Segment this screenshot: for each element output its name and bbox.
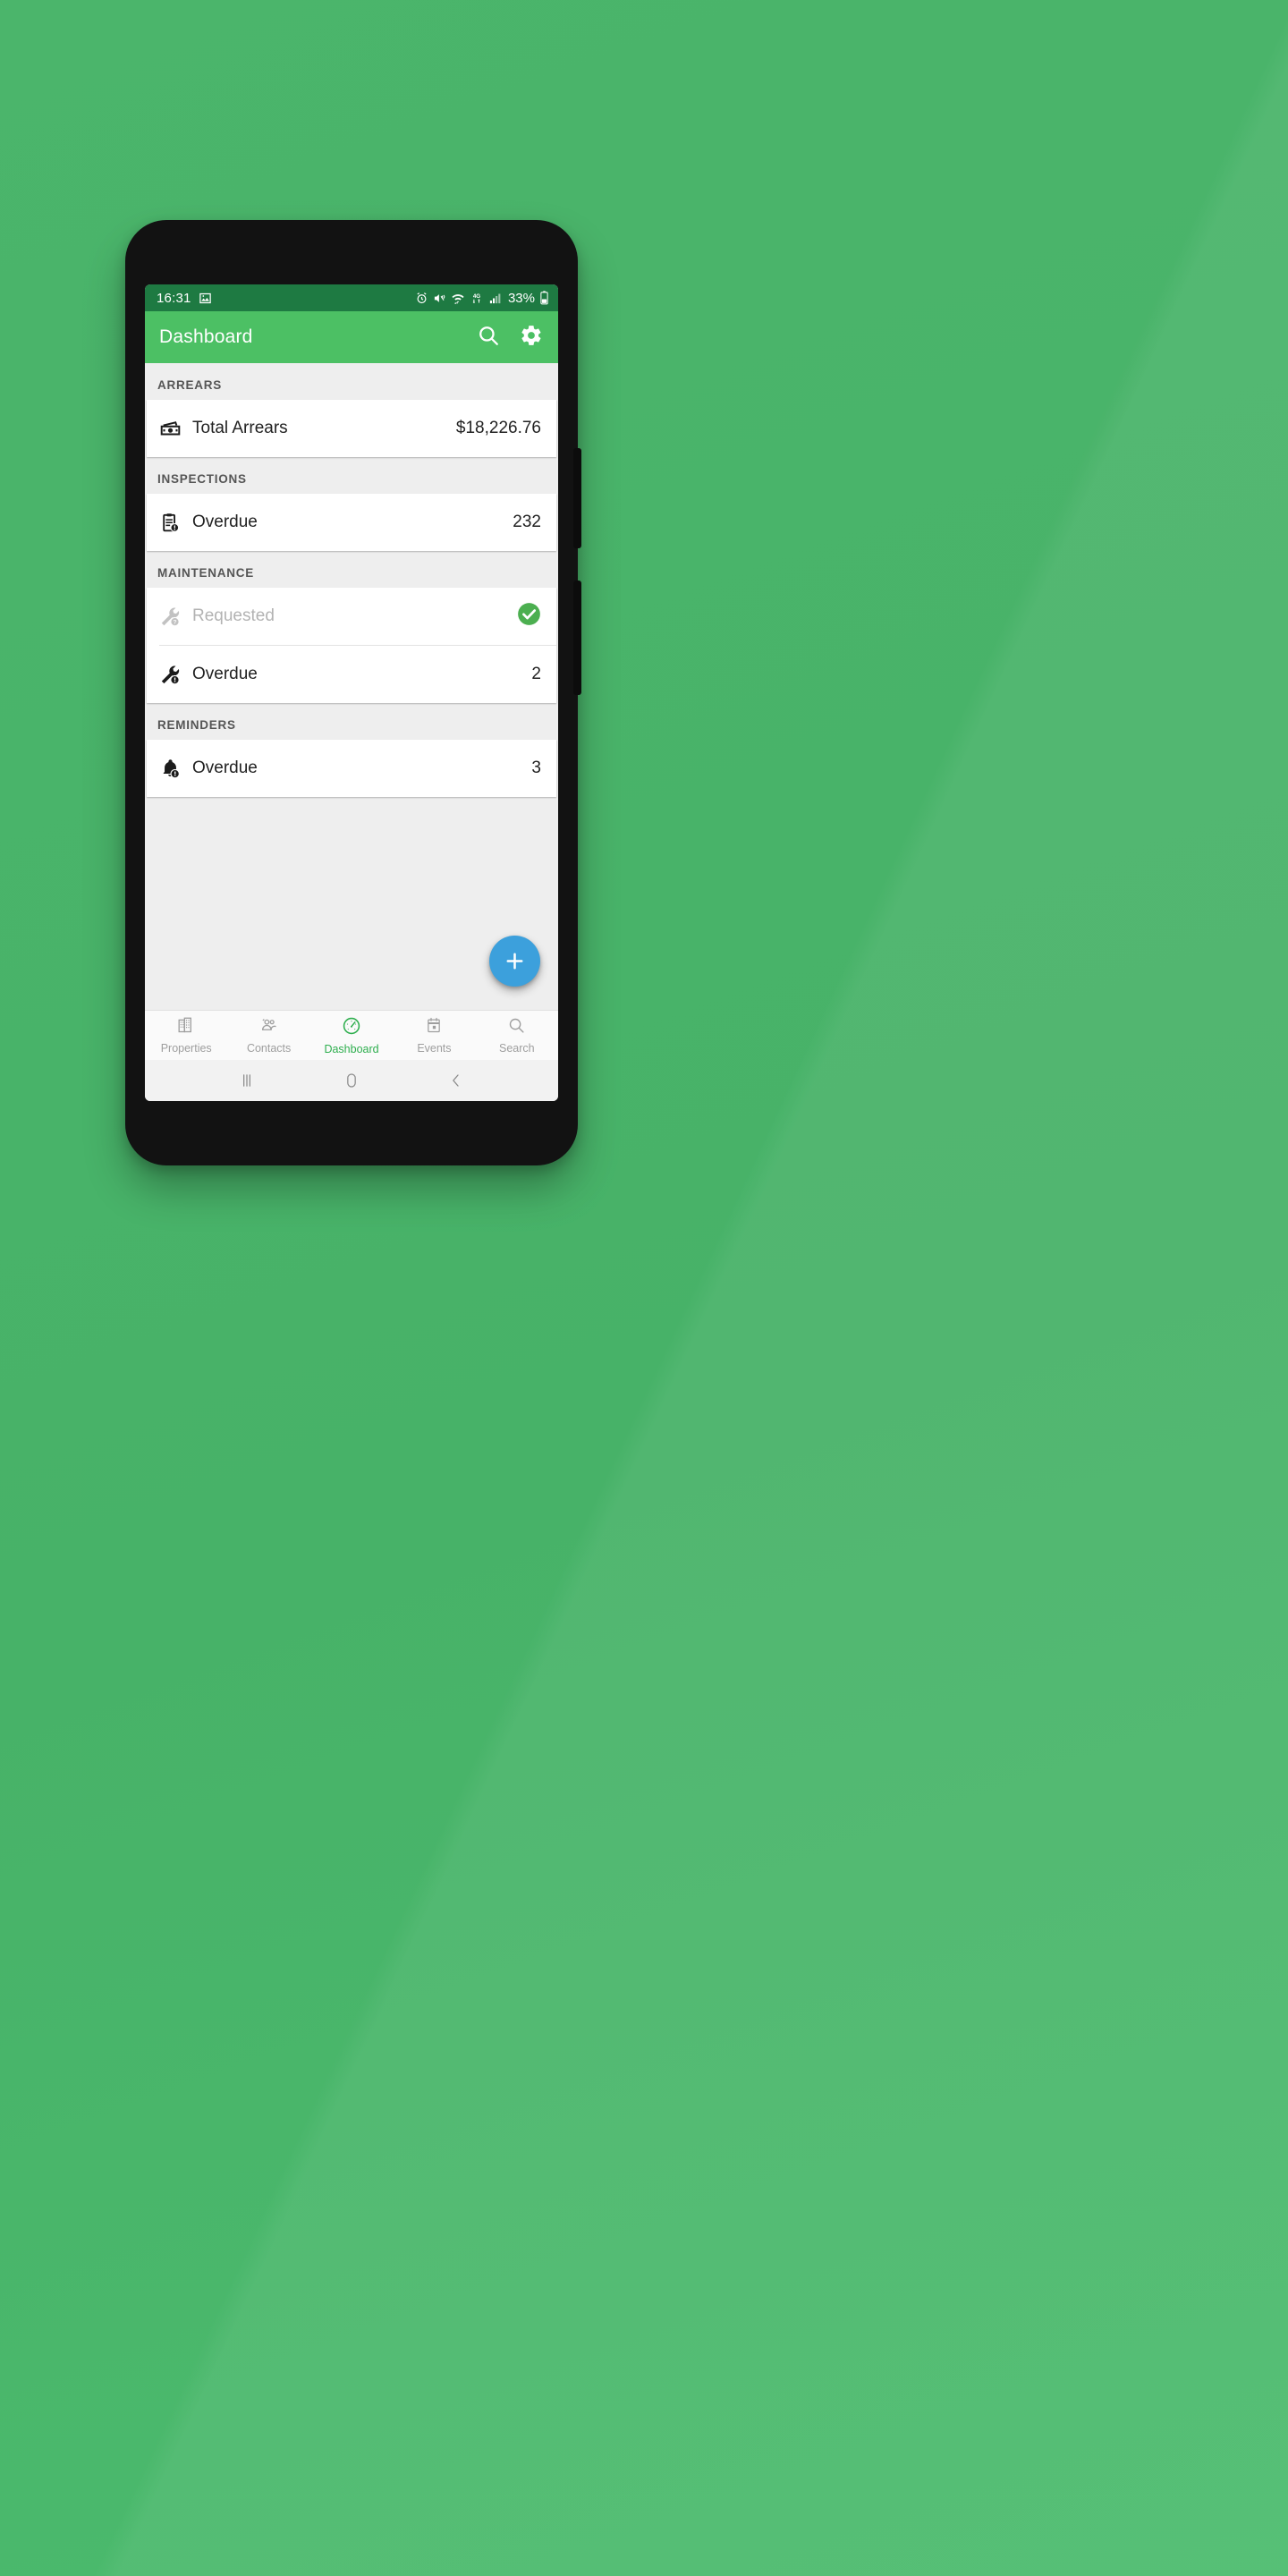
add-button[interactable] [489,936,540,987]
row-reminders-overdue[interactable]: Overdue 3 [147,740,556,797]
gauge-icon [342,1016,361,1040]
card-inspections: Overdue 232 [147,494,556,551]
svg-text:4G: 4G [473,292,480,299]
calendar-icon [425,1016,443,1039]
row-label: Overdue [192,665,258,683]
alarm-icon [415,292,428,305]
row-value: $18,226.76 [455,419,541,437]
gear-icon[interactable] [520,324,543,352]
status-bar-right: 4G 33% [415,291,549,306]
people-icon [259,1016,279,1039]
wrench-question-icon: ? [159,606,186,628]
app-bar: Dashboard [145,311,558,363]
back-icon[interactable] [447,1072,465,1089]
nav-item-label: Dashboard [324,1042,379,1055]
signal-bars-icon [488,292,502,305]
status-bar-left: 16:31 [157,291,212,306]
status-bar-clock: 16:31 [157,290,191,306]
card-arrears: Total Arrears $18,226.76 [147,400,556,457]
battery-icon [539,291,549,305]
nav-item-label: Contacts [246,1042,292,1055]
section-header-maintenance: MAINTENANCE [157,566,254,580]
row-maintenance-requested[interactable]: ? Requested [147,588,556,645]
status-bar: 16:31 4G 33% [145,284,558,311]
image-icon [199,292,212,305]
nav-item-label: Events [417,1042,452,1055]
network-4g-icon: 4G [470,292,484,305]
section-header-inspections: INSPECTIONS [157,472,247,486]
wrench-alert-icon [159,664,186,686]
nav-item-label: Search [499,1042,535,1055]
mute-vibrate-icon [433,292,446,305]
row-label: Overdue [192,513,258,531]
plus-icon [506,953,523,970]
buildings-icon [177,1016,196,1039]
nav-item-dashboard[interactable]: Dashboard [310,1011,393,1060]
section-header-reminders: REMINDERS [157,718,236,732]
page-title: Dashboard [159,326,253,347]
magnifier-icon [507,1016,526,1039]
power-button[interactable] [573,448,581,548]
bottom-navigation: Properties Contacts Dashboard Events Sea… [145,1010,558,1060]
recents-icon[interactable] [238,1072,256,1089]
row-value: 2 [531,665,541,683]
cash-icon [159,418,186,440]
phone-device-frame: 16:31 4G 33% Dashboard ARREARS Total Arr… [125,220,581,1165]
row-label: Requested [192,606,275,625]
row-inspections-overdue[interactable]: Overdue 232 [147,494,556,551]
row-label: Total Arrears [192,419,288,437]
volume-rocker-button[interactable] [573,580,581,695]
home-icon[interactable] [343,1072,360,1089]
nav-item-events[interactable]: Events [393,1011,475,1060]
nav-item-search[interactable]: Search [476,1011,558,1060]
wifi-icon [451,292,465,305]
row-value: 232 [513,513,541,531]
svg-text:?: ? [174,619,177,625]
dashboard-content: ARREARS Total Arrears $18,226.76 INSPECT… [145,363,558,1010]
status-badge-complete-icon [517,602,541,631]
row-label: Overdue [192,758,258,777]
app-bar-actions [477,324,543,352]
bell-alert-icon [159,758,186,780]
nav-item-label: Properties [160,1042,212,1055]
row-maintenance-overdue[interactable]: Overdue 2 [147,646,556,703]
nav-item-contacts[interactable]: Contacts [227,1011,309,1060]
card-reminders: Overdue 3 [147,740,556,797]
row-value: 3 [531,758,541,777]
nav-item-properties[interactable]: Properties [145,1011,227,1060]
android-system-navigation [145,1060,558,1101]
search-icon[interactable] [477,324,500,352]
battery-percent-label: 33% [507,290,535,306]
card-maintenance: ? Requested Overdue 2 [147,588,556,703]
phone-screen: 16:31 4G 33% Dashboard ARREARS Total Arr… [145,284,558,1101]
section-header-arrears: ARREARS [157,378,223,392]
clipboard-alert-icon [159,512,186,534]
row-total-arrears[interactable]: Total Arrears $18,226.76 [147,400,556,457]
